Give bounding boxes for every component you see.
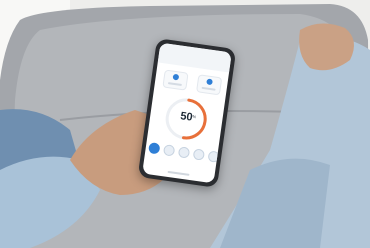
status-tile-right[interactable] [196, 74, 223, 96]
status-icon [172, 73, 180, 81]
home-indicator [167, 170, 190, 176]
mode-button[interactable] [162, 144, 176, 157]
timer-button[interactable] [192, 148, 206, 161]
photo-scene: 50 % [0, 0, 370, 248]
status-tile-left[interactable] [162, 69, 189, 91]
status-text-bar [201, 86, 216, 91]
gauge-unit: % [192, 113, 197, 120]
power-button[interactable] [148, 142, 161, 155]
fan-button[interactable] [177, 146, 191, 159]
status-text-bar [167, 82, 182, 87]
status-icon [206, 78, 213, 86]
humidity-gauge[interactable]: 50 % [159, 92, 213, 146]
